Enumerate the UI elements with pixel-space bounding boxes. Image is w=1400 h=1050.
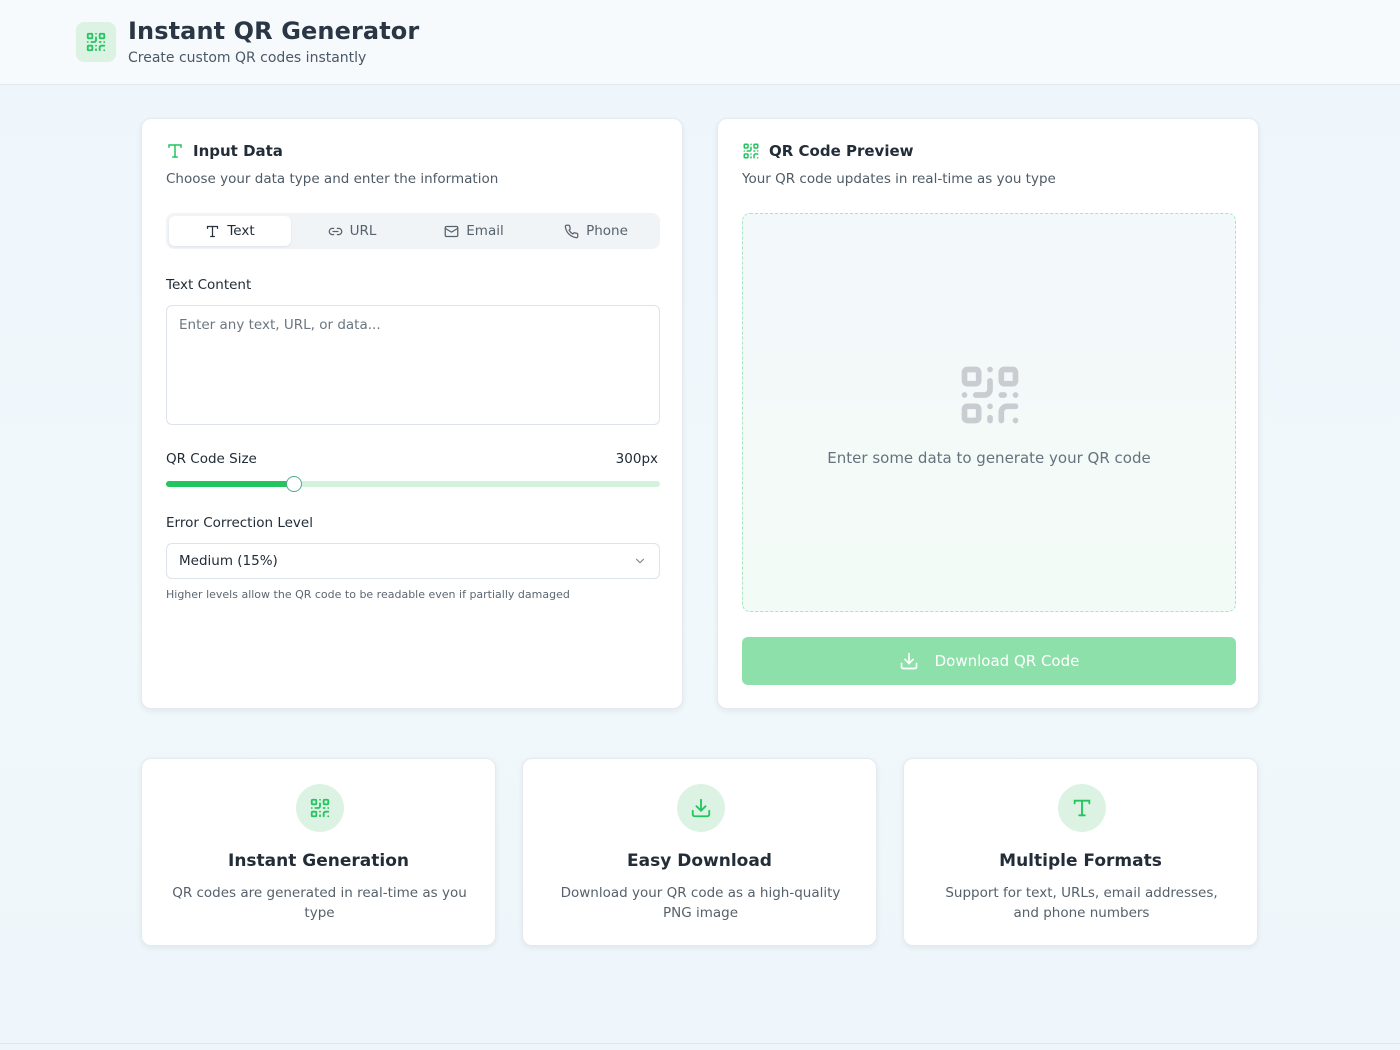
qr-size-label: QR Code Size	[166, 451, 257, 467]
data-type-tabs: Text URL Email Phone	[166, 213, 660, 249]
qr-size-value: 300px	[615, 451, 658, 467]
feature-title: Easy Download	[627, 851, 772, 871]
feature-card-multiple-formats: Multiple Formats Support for text, URLs,…	[903, 758, 1258, 946]
error-correction-hint: Higher levels allow the QR code to be re…	[166, 588, 570, 601]
app-header: Instant QR Generator Create custom QR co…	[0, 0, 1400, 85]
tab-url[interactable]: URL	[291, 216, 413, 246]
slider-thumb[interactable]	[286, 476, 303, 492]
slider-fill	[166, 481, 295, 487]
input-card-description: Choose your data type and enter the info…	[166, 171, 499, 187]
text-type-icon	[1058, 784, 1106, 832]
tab-phone[interactable]: Phone	[535, 216, 657, 246]
app-title: Instant QR Generator	[128, 17, 420, 45]
tab-label: Phone	[586, 223, 628, 239]
download-button-label: Download QR Code	[934, 652, 1080, 670]
input-card-title-text: Input Data	[193, 142, 283, 160]
feature-description: QR codes are generated in real-time as y…	[172, 885, 467, 921]
qr-preview-area: Enter some data to generate your QR code	[742, 213, 1236, 612]
text-type-icon	[166, 142, 184, 160]
feature-title: Multiple Formats	[999, 851, 1162, 871]
qr-code-icon	[961, 366, 1019, 424]
error-correction-selected: Medium (15%)	[179, 553, 278, 569]
qr-preview-card: QR Code Preview Your QR code updates in …	[717, 118, 1259, 709]
error-correction-select[interactable]: Medium (15%)	[166, 543, 660, 579]
text-content-input[interactable]	[166, 305, 660, 425]
download-icon	[677, 784, 725, 832]
link-icon	[328, 227, 342, 235]
footer-divider	[0, 1043, 1400, 1044]
input-data-card: Input Data Choose your data type and ent…	[141, 118, 683, 709]
phone-icon	[564, 224, 579, 238]
qr-code-icon	[76, 22, 116, 62]
text-content-label: Text Content	[166, 277, 252, 293]
download-icon	[900, 652, 917, 670]
feature-description: Download your QR code as a high-quality …	[560, 885, 841, 921]
text-type-icon	[207, 225, 219, 237]
app-subtitle: Create custom QR codes instantly	[128, 50, 367, 66]
preview-card-description: Your QR code updates in real-time as you…	[742, 171, 1056, 187]
chevron-down-icon	[635, 558, 645, 564]
tab-email[interactable]: Email	[413, 216, 535, 246]
feature-description: Support for text, URLs, email addresses,…	[945, 885, 1218, 921]
feature-card-easy-download: Easy Download Download your QR code as a…	[522, 758, 877, 946]
preview-empty-message: Enter some data to generate your QR code	[827, 449, 1151, 467]
input-card-title: Input Data	[166, 142, 283, 160]
qr-size-slider[interactable]	[166, 476, 660, 492]
tab-label: Email	[466, 223, 504, 239]
qr-code-icon	[296, 784, 344, 832]
mail-icon	[444, 225, 459, 237]
preview-card-title-text: QR Code Preview	[769, 142, 914, 160]
tab-text[interactable]: Text	[169, 216, 291, 246]
tab-label: Text	[227, 223, 255, 239]
qr-code-icon	[742, 142, 760, 160]
feature-card-instant-generation: Instant Generation QR codes are generate…	[141, 758, 496, 946]
tab-label: URL	[349, 223, 377, 239]
error-correction-label: Error Correction Level	[166, 515, 313, 531]
preview-card-title: QR Code Preview	[742, 142, 914, 160]
download-qr-button[interactable]: Download QR Code	[742, 637, 1236, 685]
feature-title: Instant Generation	[228, 851, 409, 871]
